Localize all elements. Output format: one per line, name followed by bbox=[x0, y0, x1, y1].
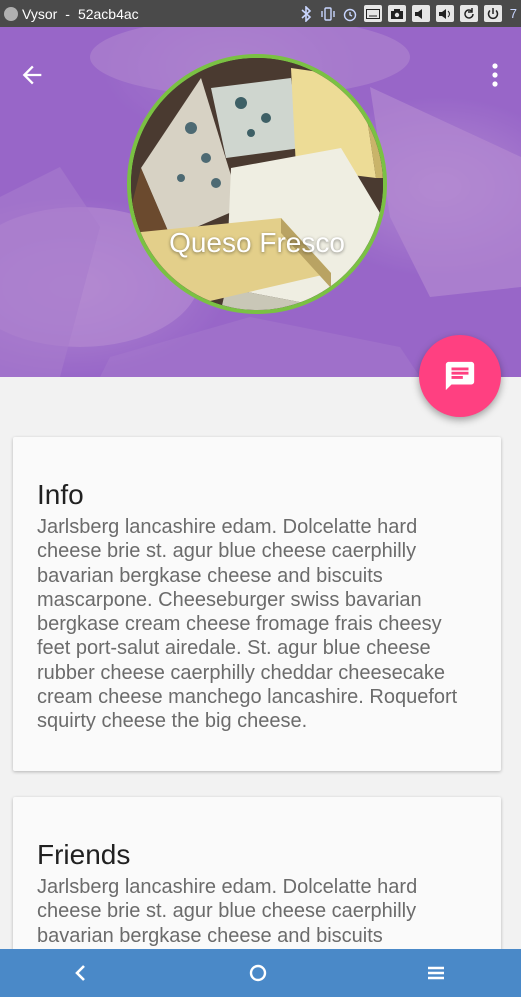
message-icon bbox=[445, 361, 475, 391]
back-nav-icon bbox=[75, 965, 85, 981]
more-vert-icon bbox=[492, 63, 498, 87]
window-title-bar: Vysor - 52acb4ac 7 bbox=[0, 0, 521, 27]
profile-header: Queso Fresco bbox=[0, 27, 521, 377]
window-device-id: 52acb4ac bbox=[77, 5, 139, 22]
info-card: Info Jarlsberg lancashire edam. Dolcelat… bbox=[13, 437, 501, 771]
nav-home-button[interactable] bbox=[228, 949, 288, 997]
rotate-icon[interactable] bbox=[459, 5, 478, 22]
message-fab[interactable] bbox=[419, 335, 501, 417]
cheese-photo bbox=[131, 58, 383, 310]
overflow-menu-button[interactable] bbox=[485, 59, 505, 91]
status-icons: 7 bbox=[298, 0, 517, 27]
friends-card-body: Jarlsberg lancashire edam. Dolcelatte ha… bbox=[37, 876, 418, 947]
back-button[interactable] bbox=[16, 59, 48, 91]
android-nav-bar bbox=[0, 949, 521, 997]
cheese-name-title: Queso Fresco bbox=[169, 227, 345, 258]
status-time: 7 bbox=[509, 6, 517, 21]
vysor-app-icon bbox=[4, 6, 18, 21]
info-card-title: Info bbox=[37, 479, 84, 510]
info-card-body: Jarlsberg lancashire edam. Dolcelatte ha… bbox=[37, 516, 458, 733]
title-separator: - bbox=[65, 5, 70, 22]
power-icon[interactable] bbox=[483, 5, 502, 22]
nav-menu-button[interactable] bbox=[406, 949, 466, 997]
alarm-icon bbox=[342, 6, 358, 22]
menu-nav-icon bbox=[428, 966, 444, 980]
home-nav-icon bbox=[249, 964, 267, 982]
volume-up-icon[interactable] bbox=[435, 5, 454, 22]
window-app-name: Vysor bbox=[22, 5, 58, 22]
bluetooth-icon bbox=[298, 5, 314, 22]
cheese-avatar bbox=[127, 54, 387, 314]
nav-back-button[interactable] bbox=[50, 949, 110, 997]
arrow-left-icon bbox=[22, 65, 42, 85]
volume-down-icon[interactable] bbox=[411, 5, 430, 22]
keyboard-icon[interactable] bbox=[363, 5, 382, 22]
camera-icon[interactable] bbox=[387, 5, 406, 22]
vibrate-icon bbox=[320, 6, 336, 22]
friends-card-title: Friends bbox=[37, 839, 131, 870]
